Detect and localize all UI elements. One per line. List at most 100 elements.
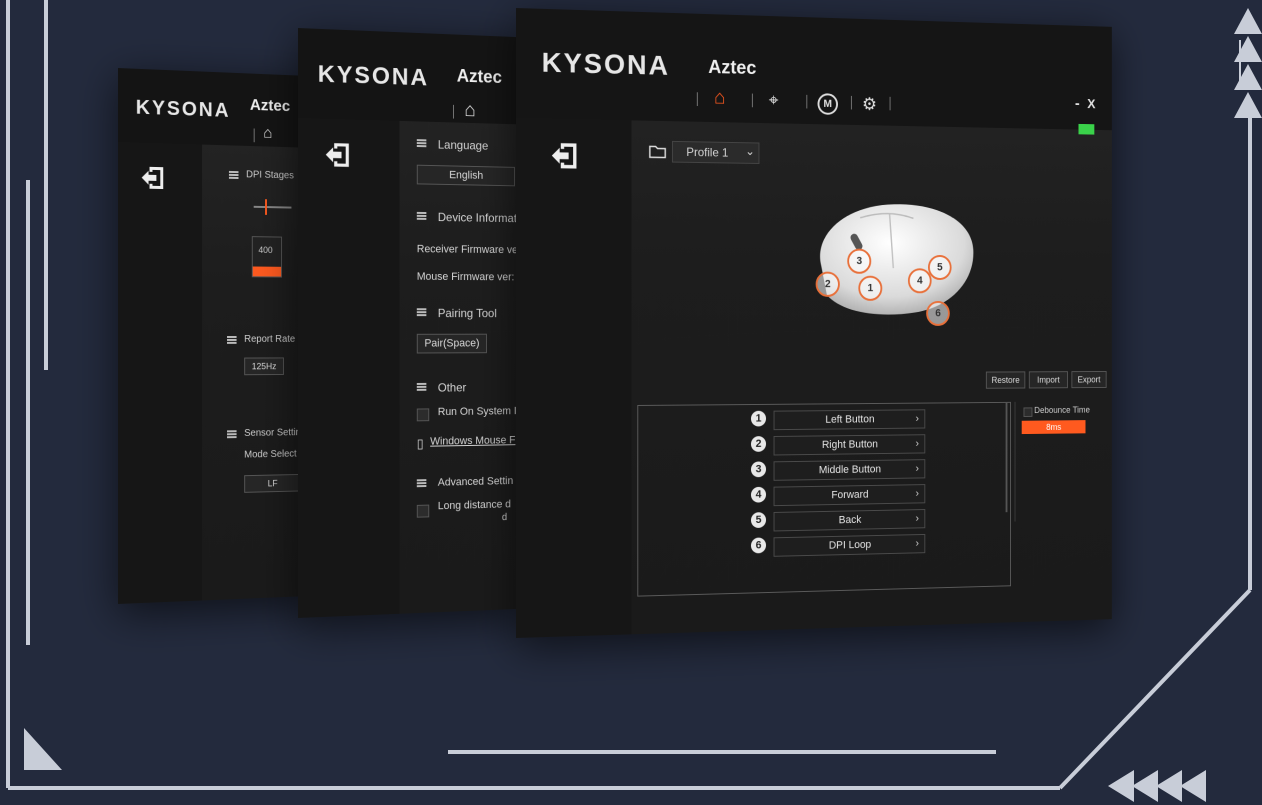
key-row: 4 Forward › [751, 485, 900, 507]
gear-icon[interactable]: ⚙ [862, 94, 877, 115]
key-label: Middle Button [819, 464, 881, 477]
key-number-badge: 5 [751, 512, 766, 528]
exit-icon[interactable] [140, 165, 167, 192]
chevron-right-icon: › [916, 535, 919, 552]
menu-icon [417, 479, 427, 487]
callout-3: 3 [847, 249, 871, 274]
panel-divider [1006, 402, 1008, 512]
home-icon[interactable]: ⌂ [464, 99, 475, 122]
chevron-right-icon: › [916, 435, 919, 452]
sidebar [118, 142, 202, 604]
home-icon[interactable]: ⌂ [714, 87, 725, 110]
key-row: 2 Right Button › [751, 435, 900, 456]
device-info-label: Device Informati [438, 210, 519, 225]
key-assignment-button[interactable]: DPI Loop › [774, 534, 926, 557]
run-on-startup-checkbox[interactable] [417, 408, 429, 421]
report-rate-label: Report Rate [244, 334, 295, 345]
sensor-settings-label: Sensor Settin [244, 427, 301, 439]
menu-icon [417, 308, 427, 316]
key-number-badge: 1 [751, 411, 766, 427]
menu-icon [229, 171, 239, 179]
key-assignment-button[interactable]: Middle Button › [774, 459, 926, 481]
language-select[interactable]: English [417, 165, 515, 187]
run-on-startup-label: Run On System I [438, 405, 517, 418]
chevron-right-icon: › [916, 410, 919, 427]
battery-icon [1078, 124, 1094, 135]
home-icon[interactable]: ⌂ [263, 125, 272, 143]
brand-logo: KYSONA [542, 47, 670, 82]
dpi-slider[interactable] [254, 206, 292, 209]
pairing-tool-label: Pairing Tool [438, 306, 497, 320]
long-distance-checkbox[interactable] [417, 505, 429, 518]
menu-icon [227, 430, 237, 438]
key-row: 5 Back › [751, 510, 900, 532]
dpi-stages-label: DPI Stages [246, 169, 294, 181]
key-number-badge: 6 [751, 537, 766, 553]
chevron-right-icon: › [916, 485, 919, 502]
title-bar: KYSONA Aztec ⌂ [118, 68, 310, 148]
exit-icon[interactable] [550, 141, 581, 171]
callout-5: 5 [928, 255, 952, 280]
debounce-value-button[interactable]: 8ms [1022, 420, 1086, 434]
callout-6: 6 [926, 301, 950, 326]
sidebar [516, 118, 631, 638]
dpi-slider-thumb[interactable] [265, 199, 267, 215]
key-label: Forward [831, 489, 868, 501]
advanced-settings-label: Advanced Settin [438, 475, 513, 488]
mouse-icon: ▯ [417, 436, 424, 452]
crosshair-icon[interactable]: ⌖ [769, 90, 779, 111]
key-list: 1 Left Button › 2 Right Button › 3 Middle Butto… [751, 409, 936, 586]
windows-mouse-link[interactable]: Windows Mouse F [430, 434, 515, 447]
key-number-badge: 4 [751, 487, 766, 503]
long-distance-label: Long distance d [438, 499, 511, 513]
key-assignment-button[interactable]: Right Button › [774, 434, 926, 455]
up-arrows-icon [1234, 8, 1262, 118]
callout-2: 2 [816, 272, 840, 297]
chevron-right-icon: › [916, 510, 919, 527]
long-distance-label-extra: d [502, 512, 507, 523]
export-button[interactable]: Export [1071, 371, 1106, 388]
restore-button[interactable]: Restore [986, 371, 1025, 388]
mode-select-value[interactable]: LF [244, 474, 301, 493]
pair-button[interactable]: Pair(Space) [417, 334, 487, 354]
nav-separator [752, 94, 753, 108]
key-row: 1 Left Button › [751, 410, 900, 431]
profile-dropdown[interactable]: Profile 1 ⌄ [672, 141, 759, 164]
brand-logo: KYSONA [136, 97, 231, 123]
debounce-checkbox[interactable] [1024, 407, 1033, 417]
key-assignment-panel: 1 Left Button › 2 Right Button › 3 Middle Butto… [637, 402, 1011, 597]
title-bar: KYSONA Aztec ⌂ [298, 28, 519, 124]
profile-selected: Profile 1 [686, 145, 728, 159]
import-button[interactable]: Import [1029, 371, 1068, 388]
dpi-value: 400 [258, 245, 272, 255]
sidebar [298, 118, 400, 618]
settings-window-middle: KYSONA Aztec ⌂ Language English Device I… [298, 28, 519, 618]
dpi-stage-card[interactable]: 400 [252, 236, 282, 277]
key-assignment-button[interactable]: Left Button › [774, 409, 926, 430]
model-name: Aztec [708, 57, 756, 80]
nav-separator [254, 128, 255, 142]
chevron-right-icon: › [916, 460, 919, 477]
folder-icon [649, 144, 666, 158]
key-row: 3 Middle Button › [751, 460, 900, 482]
key-row: 6 DPI Loop › [751, 535, 900, 558]
minimize-button[interactable]: - [1075, 96, 1080, 113]
receiver-firmware-label: Receiver Firmware ver [417, 243, 519, 256]
nav-separator [890, 97, 891, 110]
key-assignment-button[interactable]: Forward › [774, 484, 926, 506]
panel-divider [1015, 402, 1016, 522]
chevron-down-icon: ⌄ [745, 144, 755, 158]
key-assignment-button[interactable]: Back › [774, 509, 926, 531]
close-button[interactable]: X [1087, 96, 1095, 111]
menu-icon [417, 383, 427, 391]
key-number-badge: 3 [751, 461, 766, 477]
macro-icon[interactable]: M [818, 93, 838, 115]
dpi-stage-indicator [253, 266, 281, 276]
model-name: Aztec [250, 97, 290, 116]
main-window-front: KYSONA Aztec ⌂ ⌖ M ⚙ - X Profile 1 ⌄ 1 2… [516, 8, 1112, 638]
mode-select-label: Mode Select [244, 449, 296, 461]
language-label: Language [438, 138, 488, 153]
report-rate-select[interactable]: 125Hz [244, 357, 284, 375]
key-label: Back [839, 514, 862, 526]
exit-icon[interactable] [324, 141, 353, 170]
